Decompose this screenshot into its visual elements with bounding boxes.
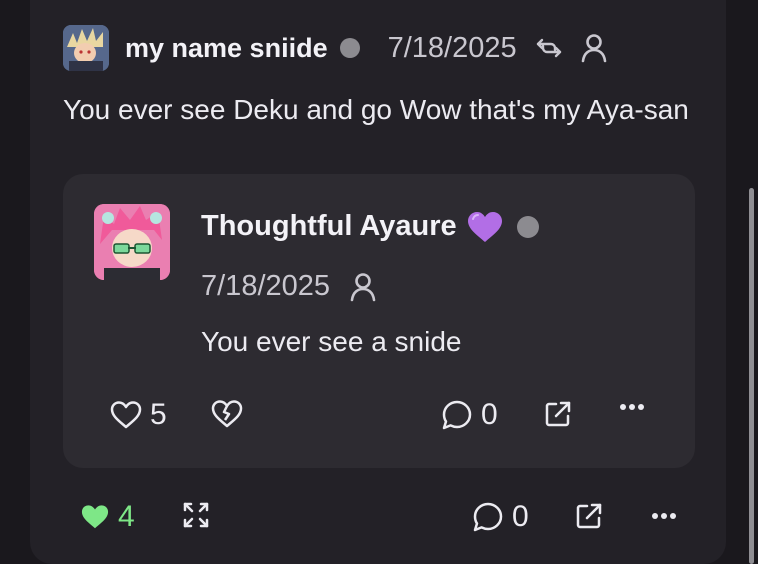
more-button[interactable] bbox=[651, 512, 677, 520]
external-link-icon bbox=[574, 501, 604, 531]
comment-icon bbox=[472, 501, 504, 533]
quoted-dislike-button[interactable] bbox=[211, 399, 243, 429]
quoted-like-count: 5 bbox=[150, 398, 167, 431]
more-icon bbox=[619, 403, 645, 411]
expand-button[interactable] bbox=[182, 501, 210, 529]
reply-button[interactable]: 0 bbox=[472, 500, 529, 534]
heart-icon bbox=[80, 503, 110, 531]
quoted-like-button[interactable]: 5 bbox=[110, 398, 167, 432]
external-link-icon bbox=[543, 399, 573, 429]
heart-icon bbox=[110, 400, 142, 430]
quoted-reply-count: 0 bbox=[481, 398, 498, 431]
repost-icon bbox=[535, 36, 563, 60]
status-dot bbox=[516, 215, 539, 238]
quoted-date[interactable]: 7/18/2025 bbox=[201, 270, 330, 303]
quoted-author[interactable]: Thoughtful Ayaure bbox=[201, 210, 539, 243]
quoted-open-button[interactable] bbox=[543, 399, 573, 429]
person-icon bbox=[350, 272, 376, 302]
heart-crack-icon bbox=[211, 399, 243, 429]
post-date[interactable]: 7/18/2025 bbox=[388, 32, 517, 65]
quoted-more-button[interactable] bbox=[619, 403, 645, 411]
post-header: my name sniide 7/18/2025 bbox=[63, 24, 607, 72]
status-dot bbox=[339, 38, 360, 58]
person-icon bbox=[581, 33, 607, 63]
purple-heart-icon bbox=[467, 211, 503, 243]
more-icon bbox=[651, 512, 677, 520]
quoted-author-name: Thoughtful Ayaure bbox=[201, 210, 457, 242]
like-count: 4 bbox=[118, 500, 135, 533]
quoted-text: You ever see a snide bbox=[201, 326, 462, 357]
reply-count: 0 bbox=[512, 500, 529, 533]
post-text: You ever see Deku and go Wow that's my A… bbox=[63, 94, 689, 125]
avatar[interactable] bbox=[63, 25, 109, 71]
author-name[interactable]: my name sniide bbox=[125, 33, 328, 64]
quoted-date-row: 7/18/2025 bbox=[201, 270, 376, 303]
scrollbar[interactable] bbox=[749, 188, 754, 564]
comment-icon bbox=[441, 399, 473, 431]
like-button[interactable]: 4 bbox=[80, 500, 135, 534]
quoted-post[interactable]: Thoughtful Ayaure 7/18/2025 You ever see… bbox=[63, 174, 695, 468]
open-button[interactable] bbox=[574, 501, 604, 531]
expand-icon bbox=[182, 501, 210, 529]
quoted-avatar[interactable] bbox=[94, 204, 170, 280]
quoted-reply-button[interactable]: 0 bbox=[441, 398, 498, 432]
